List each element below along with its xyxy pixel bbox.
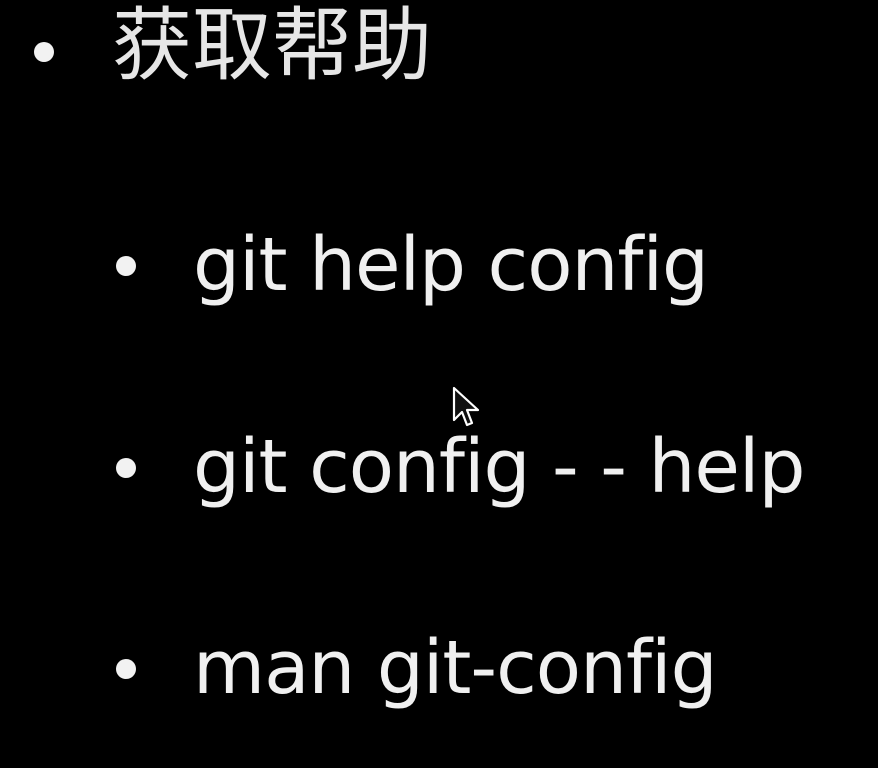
- list-item-git-help-config: git help config: [193, 222, 709, 308]
- presentation-slide: 获取帮助 git help config git config - - help…: [0, 0, 878, 768]
- bullet-dot-icon: [34, 42, 54, 62]
- bullet-dot-icon: [116, 256, 136, 276]
- bullet-dot-icon: [116, 458, 136, 478]
- mouse-pointer-icon: [452, 386, 480, 427]
- slide-heading: 获取帮助: [112, 0, 432, 92]
- list-item-man-git-config: man git-config: [193, 625, 718, 711]
- bullet-dot-icon: [116, 659, 136, 679]
- list-item-git-config-help: git config - - help: [193, 424, 805, 510]
